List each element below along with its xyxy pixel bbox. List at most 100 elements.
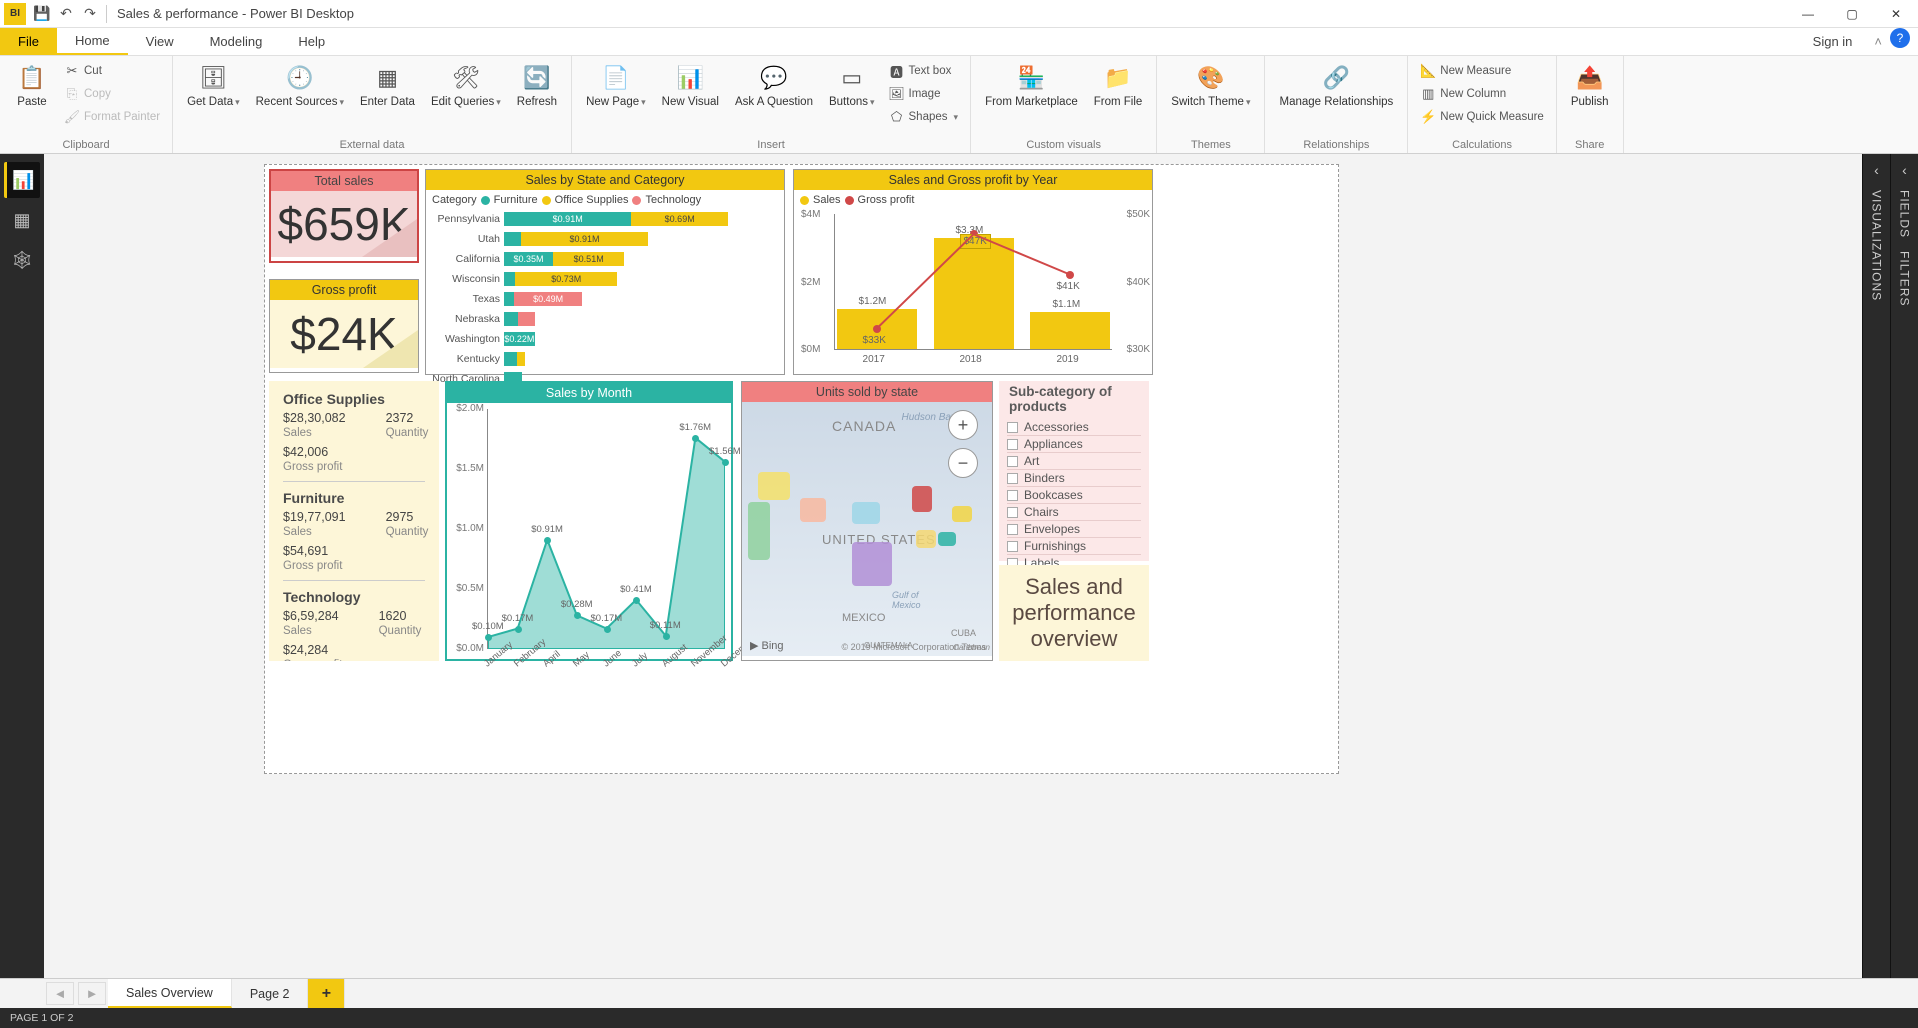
- axis-tick: $1.5M: [448, 463, 484, 474]
- data-label: $0.11M: [650, 620, 681, 631]
- switch-theme-button[interactable]: 🎨Switch Theme▾: [1165, 60, 1256, 112]
- chart-sales-by-month[interactable]: Sales by Month $0.0M$0.5M$1.0M$1.5M$2.0M…: [445, 381, 733, 661]
- slicer-subcategory[interactable]: Sub-category of products AccessoriesAppl…: [999, 381, 1149, 561]
- slicer-item[interactable]: Furnishings: [1007, 538, 1141, 555]
- from-file-button[interactable]: 📁From File: [1088, 60, 1149, 112]
- quick-measure-button[interactable]: ⚡New Quick Measure: [1416, 106, 1548, 128]
- zoom-out-button[interactable]: −: [948, 448, 978, 478]
- data-label: $1.2M: [859, 296, 887, 307]
- data-label: $1.76M: [679, 422, 711, 433]
- bar-category-label: Nebraska: [432, 313, 504, 325]
- slicer-item[interactable]: Appliances: [1007, 436, 1141, 453]
- shapes-icon: ⬠: [889, 109, 905, 125]
- format-painter-button[interactable]: 🖌Format Painter: [60, 106, 164, 128]
- new-page-button[interactable]: 📄New Page▾: [580, 60, 652, 112]
- checkbox-icon: [1007, 422, 1018, 433]
- chart-sales-gross-profit-year[interactable]: Sales and Gross profit by Year Sales Gro…: [793, 169, 1153, 375]
- fields-filters-pane[interactable]: ‹FIELDS FILTERS: [1890, 154, 1918, 978]
- report-canvas[interactable]: Total sales $659K Gross profit $24K Sale…: [264, 164, 1339, 774]
- slicer-item[interactable]: Envelopes: [1007, 521, 1141, 538]
- axis-tick: $0M: [801, 344, 820, 355]
- get-data-button[interactable]: 🗄Get Data▾: [181, 60, 246, 112]
- workspace: 📊 ▦ 🕸 Total sales $659K Gross profit $24…: [0, 154, 1918, 978]
- data-label: $1.1M: [1052, 299, 1080, 310]
- slicer-item[interactable]: Art: [1007, 453, 1141, 470]
- minimize-button[interactable]: —: [1786, 0, 1830, 28]
- multirow-card[interactable]: Office Supplies$28,30,082Sales2372Quanti…: [269, 381, 439, 661]
- map-units-sold[interactable]: Units sold by state CANADA Hudson Bay UN…: [741, 381, 993, 661]
- page-tabs: ◄ ► Sales Overview Page 2 +: [0, 978, 1918, 1008]
- axis-tick: $40K: [1127, 277, 1150, 288]
- checkbox-icon: [1007, 507, 1018, 518]
- chart-title: Units sold by state: [742, 382, 992, 402]
- slicer-item[interactable]: Binders: [1007, 470, 1141, 487]
- slicer-item-label: Furnishings: [1024, 539, 1086, 553]
- help-menu[interactable]: Help: [280, 28, 343, 55]
- ask-question-button[interactable]: 💬Ask A Question: [729, 60, 819, 112]
- card-gross-profit[interactable]: Gross profit $24K: [269, 279, 419, 373]
- enter-data-button[interactable]: ▦Enter Data: [354, 60, 421, 112]
- copy-button[interactable]: ⎘Copy: [60, 83, 164, 105]
- line-point: [544, 537, 551, 544]
- page-tab-1[interactable]: Sales Overview: [108, 979, 232, 1008]
- bar-segment: [504, 292, 514, 306]
- image-button[interactable]: 🖼Image: [885, 83, 963, 105]
- bar-segment: [504, 272, 515, 286]
- checkbox-icon: [1007, 439, 1018, 450]
- data-icon: 🗄: [197, 62, 229, 94]
- canvas-area[interactable]: Total sales $659K Gross profit $24K Sale…: [44, 154, 1862, 978]
- slicer-title: Sub-category of products: [999, 381, 1149, 417]
- view-menu[interactable]: View: [128, 28, 192, 55]
- cut-button[interactable]: ✂Cut: [60, 60, 164, 82]
- add-page-button[interactable]: +: [308, 979, 345, 1008]
- line-point: [873, 325, 881, 333]
- page-next-button[interactable]: ►: [78, 982, 106, 1005]
- data-label: $0.17M: [591, 613, 623, 624]
- slicer-item[interactable]: Bookcases: [1007, 487, 1141, 504]
- report-view-button[interactable]: 📊: [4, 162, 40, 198]
- recent-sources-button[interactable]: 🕘Recent Sources▾: [250, 60, 350, 112]
- buttons-button[interactable]: ▭Buttons▾: [823, 60, 881, 112]
- home-menu[interactable]: Home: [57, 28, 128, 55]
- page-tab-2[interactable]: Page 2: [232, 979, 309, 1008]
- refresh-button[interactable]: 🔄Refresh: [511, 60, 563, 112]
- data-view-button[interactable]: ▦: [4, 202, 40, 238]
- from-marketplace-button[interactable]: 🏪From Marketplace: [979, 60, 1084, 112]
- edit-queries-button[interactable]: 🛠Edit Queries▾: [425, 60, 507, 112]
- sign-in-link[interactable]: Sign in: [1799, 28, 1867, 55]
- manage-relationships-button[interactable]: 🔗Manage Relationships: [1273, 60, 1399, 112]
- collapse-ribbon-icon[interactable]: ˄: [1866, 28, 1890, 55]
- maximize-button[interactable]: ▢: [1830, 0, 1874, 28]
- chart-sales-by-state-category[interactable]: Sales by State and Category Category Fur…: [425, 169, 785, 375]
- new-visual-button[interactable]: 📊New Visual: [656, 60, 725, 112]
- zoom-in-button[interactable]: +: [948, 410, 978, 440]
- save-icon[interactable]: 💾: [32, 4, 52, 24]
- redo-icon[interactable]: ↷: [80, 4, 100, 24]
- textbox-button[interactable]: 🅰Text box: [885, 60, 963, 82]
- map-body[interactable]: CANADA Hudson Bay UNITED STATES MEXICO G…: [742, 402, 992, 656]
- slicer-item[interactable]: Accessories: [1007, 419, 1141, 436]
- new-measure-button[interactable]: 📐New Measure: [1416, 60, 1548, 82]
- axis-tick: July: [630, 650, 650, 669]
- modeling-menu[interactable]: Modeling: [192, 28, 281, 55]
- axis-tick: $50K: [1127, 209, 1150, 220]
- model-view-button[interactable]: 🕸: [4, 242, 40, 278]
- file-menu[interactable]: File: [0, 28, 57, 55]
- page-prev-button[interactable]: ◄: [46, 982, 74, 1005]
- publish-button[interactable]: 📤Publish: [1565, 60, 1615, 112]
- shapes-button[interactable]: ⬠Shapes▾: [885, 106, 963, 128]
- paste-button[interactable]: 📋Paste: [8, 60, 56, 112]
- card-total-sales[interactable]: Total sales $659K: [269, 169, 419, 263]
- title-box[interactable]: Sales and performance overview: [999, 565, 1149, 661]
- axis-tick: $0.5M: [448, 583, 484, 594]
- store-icon: 🏪: [1015, 62, 1047, 94]
- new-column-button[interactable]: ▥New Column: [1416, 83, 1548, 105]
- slicer-item[interactable]: Chairs: [1007, 504, 1141, 521]
- help-icon[interactable]: ?: [1890, 28, 1910, 48]
- undo-icon[interactable]: ↶: [56, 4, 76, 24]
- checkbox-icon: [1007, 541, 1018, 552]
- bubble-icon: 💬: [758, 62, 790, 94]
- close-button[interactable]: ✕: [1874, 0, 1918, 28]
- query-icon: 🛠: [450, 62, 482, 94]
- visualizations-pane[interactable]: ‹VISUALIZATIONS: [1862, 154, 1890, 978]
